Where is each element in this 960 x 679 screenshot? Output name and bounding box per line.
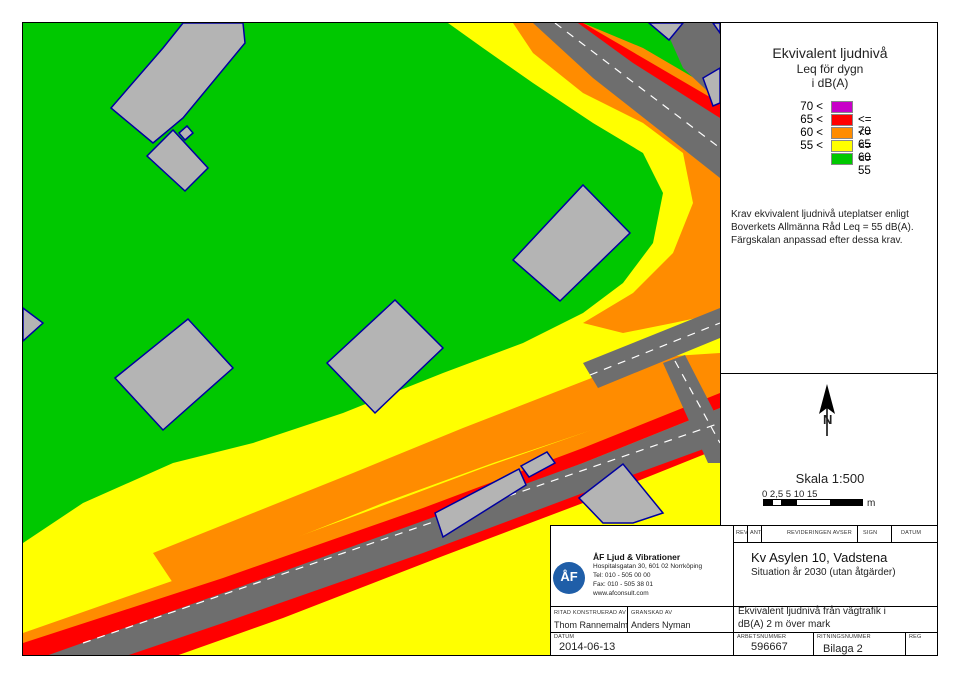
af-logo-icon: ÅF [553, 562, 585, 594]
arbetsnummer-value: 596667 [751, 641, 788, 653]
granskad-value: Anders Nyman [631, 620, 691, 630]
title-block: REV ANT REVIDERINGEN AVSER SIGN DATUM ÅF… [550, 525, 937, 655]
map-frame: Ekvivalent ljudnivå Leq för dygn i dB(A)… [22, 22, 938, 656]
legend-title: Ekvivalent ljudnivå [772, 45, 888, 61]
legend-row-lo: 60 < [800, 127, 823, 139]
af-logo-text: ÅF [560, 569, 578, 584]
description-line-1: Ekvivalent ljudnivå från vägtrafik i [738, 606, 886, 617]
datum-value: 2014-06-13 [559, 641, 616, 653]
project-title: Kv Asylen 10, Vadstena [751, 550, 888, 565]
legend-swatch-purple [831, 101, 853, 113]
krav-line-3: Färgskalan anpassad efter dessa krav. [731, 235, 903, 246]
company-web[interactable]: www.afconsult.com [593, 590, 649, 597]
legend-swatch-orange [831, 127, 853, 139]
legend-row-lo: 70 < [800, 101, 823, 113]
company-name: ÅF Ljud & Vibrationer [593, 552, 681, 562]
krav-line-1: Krav ekvivalent ljudnivå uteplatser enli… [731, 209, 909, 220]
legend-swatch-green [831, 153, 853, 165]
header-sign: SIGN [863, 530, 878, 536]
legend-subtitle-1: Leq för dygn [796, 62, 864, 76]
north-label: N [823, 412, 833, 427]
company-address: Hospitalsgatan 30, 601 02 Norrköping [593, 563, 703, 570]
project-subtitle: Situation år 2030 (utan åtgärder) [751, 567, 896, 578]
header-revid: REVIDERINGEN AVSER [787, 530, 852, 536]
legend-row-lo: 65 < [800, 114, 823, 126]
legend-row-lo: 55 < [800, 140, 823, 152]
ritad-value: Thom Rannemalm [554, 620, 629, 630]
datum-label: DATUM [554, 634, 575, 640]
reg-label: REG [909, 634, 922, 640]
legend-subtitle-2: i dB(A) [811, 76, 849, 90]
description-line-2: dB(A) 2 m över mark [738, 619, 831, 630]
header-datum: DATUM [901, 530, 922, 536]
header-ant: ANT [750, 530, 762, 536]
legend-row-hi: <= 55 [858, 153, 872, 177]
company-tel: Tel: 010 - 505 00 00 [593, 572, 651, 579]
header-rev: REV [736, 530, 748, 536]
north-scale-panel: N Skala 1:500 0 2,5 5 10 15 m [720, 373, 937, 526]
legend-swatch-yellow [831, 140, 853, 152]
scale-unit: m [867, 498, 876, 509]
scale-bar [763, 499, 863, 506]
ritningsnummer-value: Bilaga 2 [823, 643, 863, 655]
ritad-label: RITAD KONSTRUERAD AV [554, 610, 626, 616]
ritningsnummer-label: RITNINGSNUMMER [817, 634, 871, 640]
legend-swatch-red [831, 114, 853, 126]
arbetsnummer-label: ARBETSNUMMER [737, 634, 787, 640]
company-fax: Fax: 010 - 505 38 01 [593, 581, 653, 588]
legend-panel: Ekvivalent ljudnivå Leq för dygn i dB(A)… [720, 23, 937, 373]
scale-label: Skala 1:500 [795, 471, 865, 486]
krav-line-2: Boverkets Allmänna Råd Leq = 55 dB(A). [731, 222, 914, 233]
granskad-label: GRANSKAD AV [631, 610, 673, 616]
